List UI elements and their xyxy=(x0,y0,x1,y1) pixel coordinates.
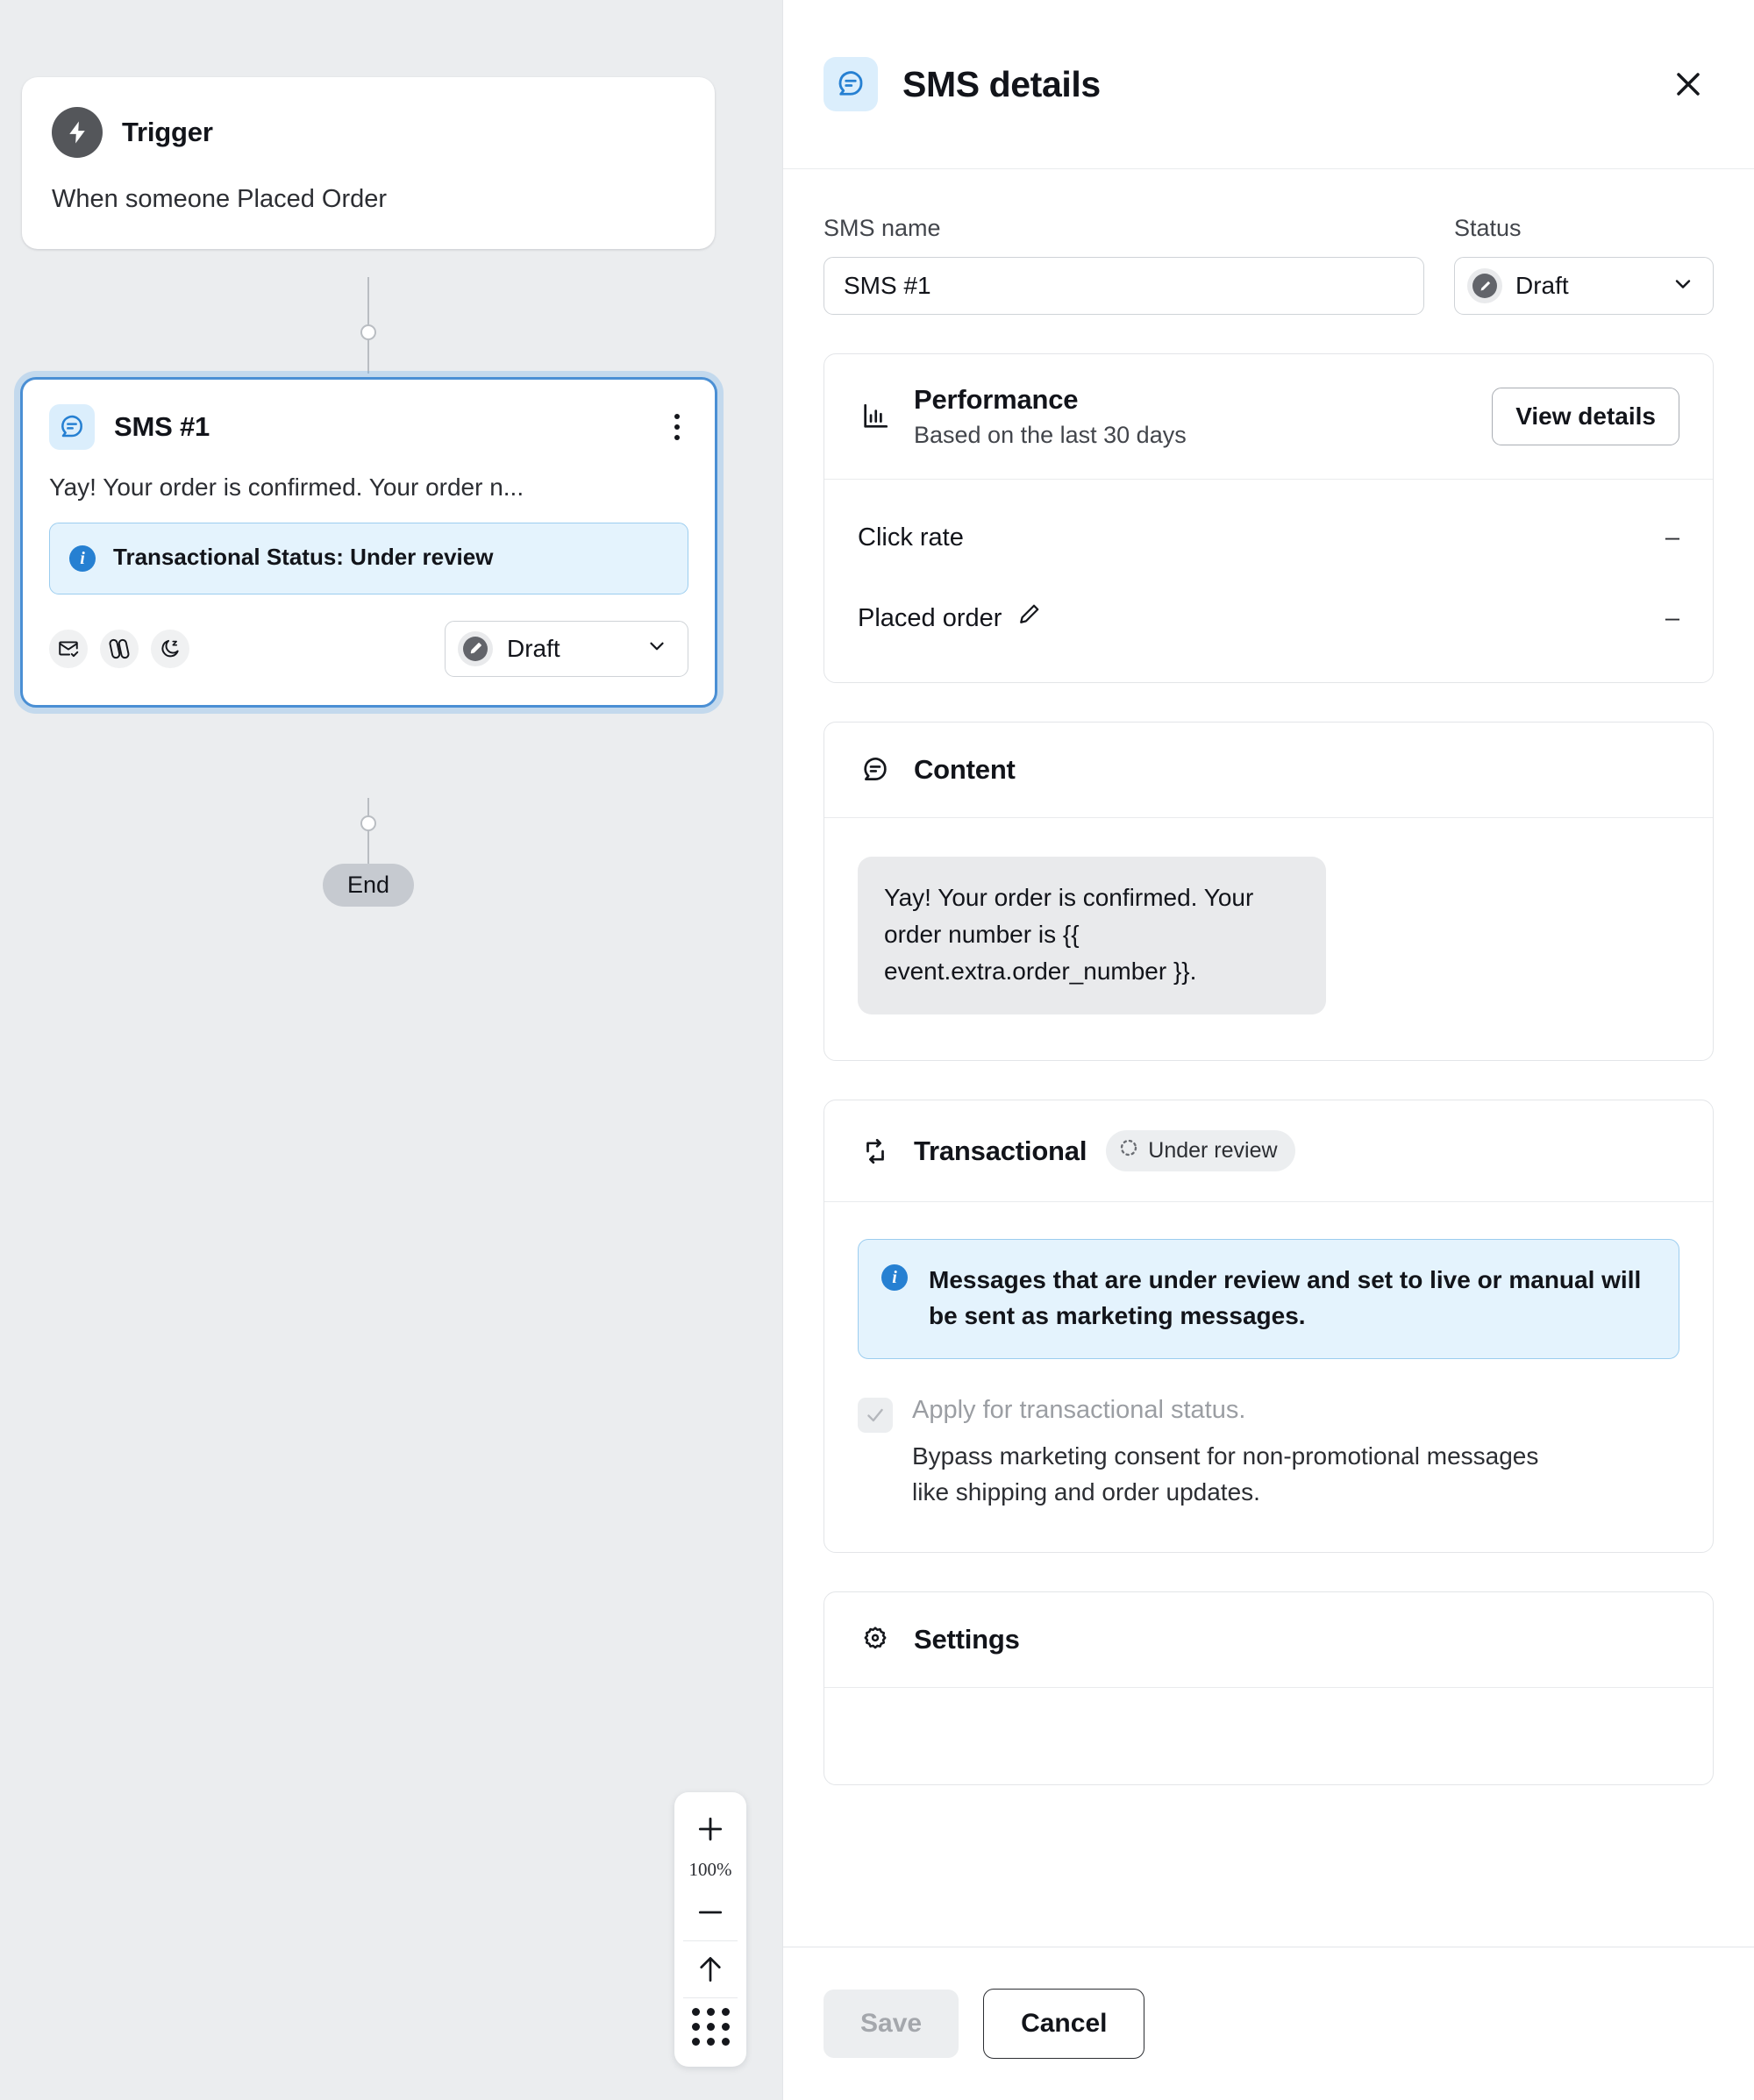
panel-header: SMS details xyxy=(783,0,1754,169)
sms-node-title: SMS #1 xyxy=(114,411,210,442)
zoom-out-button[interactable] xyxy=(674,1884,746,1940)
settings-card-body xyxy=(824,1688,1713,1784)
sms-node[interactable]: SMS #1 Yay! Your order is confirmed. You… xyxy=(20,377,717,708)
sms-node-status-label: Draft xyxy=(507,634,560,662)
settings-card-header: Settings xyxy=(824,1592,1713,1689)
bar-chart-icon xyxy=(858,399,893,434)
transactional-card-text: Transactional Under review xyxy=(914,1130,1295,1171)
status-field-group: Status Draft xyxy=(1454,215,1714,315)
performance-card: Performance Based on the last 30 days Vi… xyxy=(824,353,1714,683)
settings-title: Settings xyxy=(914,1624,1020,1655)
transactional-card: Transactional Under review i Messages th… xyxy=(824,1100,1714,1554)
transactional-card-body: i Messages that are under review and set… xyxy=(824,1202,1713,1552)
sms-node-chip-icons xyxy=(49,629,189,668)
metric-row: Placed order – xyxy=(858,589,1679,647)
apply-transactional-label: Apply for transactional status. xyxy=(912,1396,1246,1425)
transactional-title: Transactional xyxy=(914,1135,1087,1166)
name-status-row: SMS name Status Draft xyxy=(824,169,1714,315)
chevron-down-icon xyxy=(645,635,668,662)
sms-node-footer: Draft xyxy=(49,620,688,677)
content-card-header: Content xyxy=(824,723,1713,818)
view-details-button[interactable]: View details xyxy=(1492,388,1679,445)
apply-transactional-description: Bypass marketing consent for non-promoti… xyxy=(912,1442,1539,1506)
content-card: Content Yay! Your order is confirmed. Yo… xyxy=(824,722,1714,1061)
info-icon: i xyxy=(881,1264,908,1291)
moon-z-icon[interactable] xyxy=(151,629,189,668)
metric-value: – xyxy=(1665,523,1679,552)
sms-node-status-select[interactable]: Draft xyxy=(445,620,688,677)
sms-message-icon xyxy=(824,57,878,111)
trigger-description: When someone Placed Order xyxy=(52,185,388,213)
fit-view-button[interactable] xyxy=(674,1941,746,1997)
sms-node-preview: Yay! Your order is confirmed. Your order… xyxy=(49,473,524,501)
link-icon[interactable] xyxy=(100,629,139,668)
settings-card-text: Settings xyxy=(914,1624,1020,1655)
status-select-value: Draft xyxy=(1515,272,1569,299)
transactional-info-note: i Messages that are under review and set… xyxy=(858,1239,1679,1360)
sms-message-icon xyxy=(49,404,95,450)
connector-line-bottom xyxy=(367,798,369,872)
performance-metrics: Click rate – Placed order – xyxy=(824,480,1713,682)
lightning-bolt-icon xyxy=(52,107,103,158)
performance-card-text: Performance Based on the last 30 days xyxy=(914,384,1187,449)
performance-card-header: Performance Based on the last 30 days Vi… xyxy=(824,354,1713,480)
apply-transactional-row[interactable]: Apply for transactional status. Bypass m… xyxy=(858,1396,1679,1510)
message-icon xyxy=(858,752,893,787)
performance-title: Performance xyxy=(914,384,1079,415)
connector-dot-top[interactable] xyxy=(360,324,376,340)
panel-footer: Save Cancel xyxy=(783,1947,1754,2100)
metric-label: Click rate xyxy=(858,523,964,552)
cancel-button[interactable]: Cancel xyxy=(983,1989,1145,2059)
sms-message-bubble: Yay! Your order is confirmed. Your order… xyxy=(858,857,1326,1014)
settings-card: Settings xyxy=(824,1591,1714,1786)
connector-dot-bottom[interactable] xyxy=(360,815,376,831)
zoom-level: 100% xyxy=(688,1859,732,1880)
repeat-cycle-icon xyxy=(858,1134,893,1169)
info-icon: i xyxy=(69,545,96,572)
page-title: SMS details xyxy=(902,63,1101,104)
status-label: Status xyxy=(1454,215,1522,241)
pencil-edit-icon[interactable] xyxy=(1016,602,1042,635)
draft-pencil-icon xyxy=(1467,268,1502,303)
kebab-menu-icon[interactable] xyxy=(666,409,688,445)
trigger-node-header: Trigger xyxy=(52,107,685,158)
draft-pencil-icon xyxy=(458,630,493,666)
metric-value: – xyxy=(1665,603,1679,632)
metric-label: Placed order xyxy=(858,603,1002,632)
content-card-text: Content xyxy=(914,754,1016,786)
check-icon[interactable] xyxy=(858,1398,893,1434)
sms-name-field-group: SMS name xyxy=(824,215,1424,315)
trigger-title: Trigger xyxy=(122,117,213,147)
spinner-dotted-icon xyxy=(1118,1137,1139,1164)
performance-subtitle: Based on the last 30 days xyxy=(914,422,1187,448)
panel-body: SMS name Status Draft xyxy=(783,169,1754,1947)
zoom-controls: 100% xyxy=(674,1792,746,2067)
sms-node-header: SMS #1 xyxy=(49,404,688,450)
sms-node-alert-text: Transactional Status: Under review xyxy=(113,544,494,570)
content-card-body: Yay! Your order is confirmed. Your order… xyxy=(824,818,1713,1060)
save-button[interactable]: Save xyxy=(824,1990,959,2058)
envelope-check-icon[interactable] xyxy=(49,629,88,668)
metric-row: Click rate – xyxy=(858,511,1679,565)
status-badge: Under review xyxy=(1106,1130,1295,1171)
dot-grid-icon[interactable] xyxy=(674,1998,746,2054)
transactional-info-text: Messages that are under review and set t… xyxy=(929,1266,1642,1329)
chevron-down-icon xyxy=(1671,272,1695,301)
sms-flow-builder: Trigger When someone Placed Order SMS #1… xyxy=(0,0,1754,2100)
content-title: Content xyxy=(914,754,1016,785)
status-badge-label: Under review xyxy=(1148,1138,1278,1163)
flow-canvas[interactable]: Trigger When someone Placed Order SMS #1… xyxy=(0,0,782,2100)
trigger-node[interactable]: Trigger When someone Placed Order xyxy=(22,77,715,249)
sms-node-transactional-alert: i Transactional Status: Under review xyxy=(49,523,688,594)
end-node: End xyxy=(323,864,415,907)
apply-transactional-text: Apply for transactional status. Bypass m… xyxy=(912,1396,1544,1510)
sms-details-panel: SMS details SMS name Status xyxy=(782,0,1754,2100)
status-select[interactable]: Draft xyxy=(1454,257,1714,315)
sms-name-input[interactable] xyxy=(824,257,1424,315)
transactional-card-header: Transactional Under review xyxy=(824,1100,1713,1202)
close-icon[interactable] xyxy=(1663,59,1714,110)
gear-icon xyxy=(858,1622,893,1657)
sms-name-label: SMS name xyxy=(824,215,941,241)
zoom-in-button[interactable] xyxy=(674,1801,746,1857)
